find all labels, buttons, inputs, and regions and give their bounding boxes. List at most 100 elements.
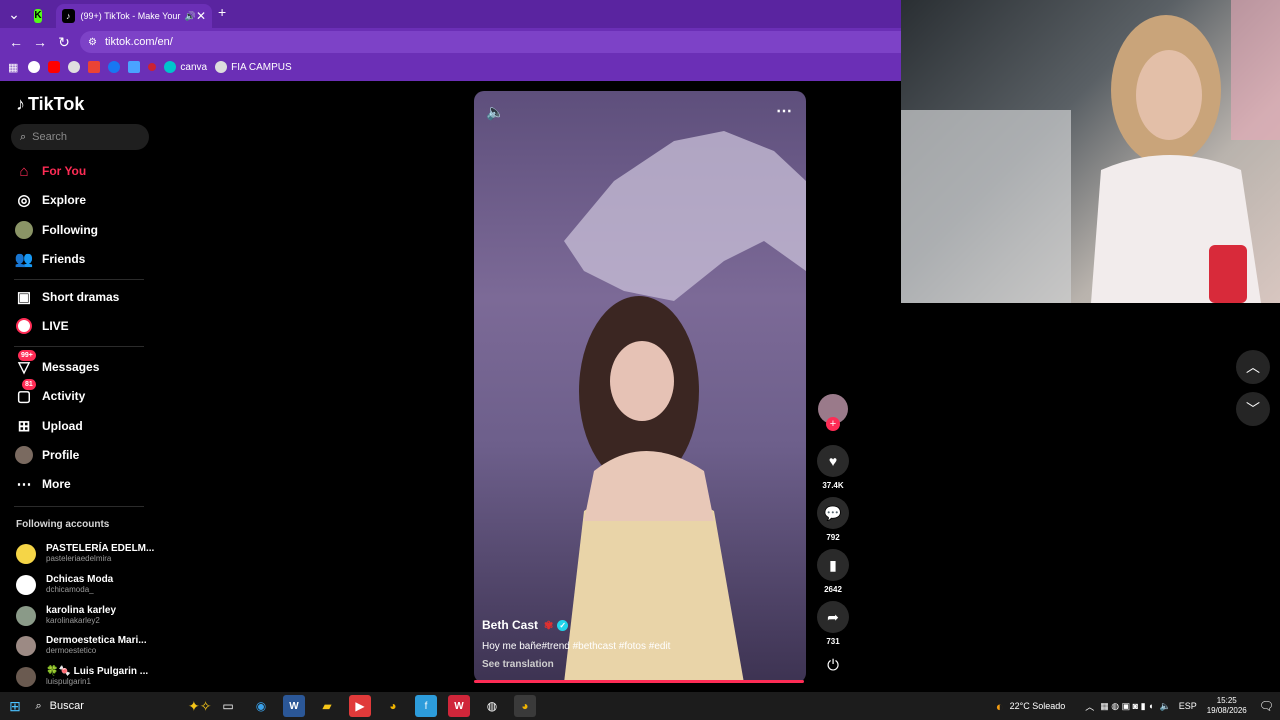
like-button[interactable]: ♥ 37.4K — [816, 445, 850, 490]
file-explorer-icon[interactable]: ▰ — [316, 695, 338, 717]
edge-icon[interactable]: ◉ — [250, 695, 272, 717]
wps-icon[interactable]: W — [448, 695, 470, 717]
tab-kick[interactable]: K — [28, 4, 54, 28]
tiktok-logo[interactable]: ♪ TikTok — [16, 94, 84, 115]
divider — [14, 279, 144, 280]
chrome-active-icon[interactable]: ◕ — [514, 695, 536, 717]
bookmark-facebook[interactable] — [108, 61, 121, 73]
share-button[interactable]: ➦ 731 — [816, 601, 850, 646]
audio-icon[interactable]: 🔊 — [185, 11, 196, 22]
power-button[interactable]: ⏻ — [816, 657, 850, 674]
google-icon — [28, 61, 41, 73]
bookmark-gmail[interactable] — [88, 61, 101, 73]
star-emoji-icon: ✾ — [544, 619, 554, 632]
nav-label: LIVE — [42, 319, 69, 333]
nav-for-you[interactable]: ⌂ For You — [14, 161, 86, 181]
apps-grid-icon[interactable]: ▦ — [8, 61, 18, 74]
weather-text[interactable]: 22°C Soleado — [1010, 701, 1066, 711]
search-icon: ⌕ — [35, 699, 42, 712]
tab-search-chevron-icon[interactable]: ⌄ — [2, 2, 26, 26]
account-item[interactable]: Dermoestetica Mari... dermoestetico — [16, 635, 147, 656]
account-item[interactable]: Dchicas Moda dchicamoda_ — [16, 574, 113, 595]
account-item[interactable]: karolina karley karolinakarley2 — [16, 605, 116, 626]
sparkle-icon: ✦✧ — [188, 697, 212, 714]
task-view-icon[interactable]: ▭ — [217, 695, 239, 717]
reload-icon[interactable]: ↻ — [52, 30, 76, 54]
activity-badge: 81 — [22, 379, 36, 390]
taskbar-search[interactable]: ⌕ Buscar ✦✧ — [32, 692, 212, 720]
nav-short-dramas[interactable]: ▣ Short dramas — [14, 287, 119, 307]
upload-icon: ⊞ — [17, 418, 31, 435]
comment-icon: 💬 — [817, 497, 849, 529]
account-name: PASTELERÍA EDELM... — [46, 543, 155, 554]
pin-icon — [148, 63, 157, 71]
nav-profile[interactable]: Profile — [14, 445, 79, 465]
clock[interactable]: 15:25 19/08/2026 — [1207, 696, 1247, 716]
clock-date: 19/08/2026 — [1206, 706, 1247, 715]
bookmark-youtube[interactable] — [48, 61, 61, 73]
clock-time: 15:25 — [1216, 696, 1237, 705]
nav-activity[interactable]: ▢ 81 Activity — [14, 379, 85, 406]
bookmark-pin[interactable] — [148, 63, 157, 71]
tray-chevron-icon[interactable]: ︿ — [1085, 700, 1094, 713]
app-f-icon[interactable]: f — [415, 695, 437, 717]
video-player[interactable]: 🔈 ⋯ Beth Cast ✾ ✓ Hoy me bañe#trend #bet… — [474, 91, 806, 683]
live-icon — [14, 316, 34, 336]
nav-upload[interactable]: ⊞ Upload — [14, 416, 83, 436]
nav-messages[interactable]: ▽ 99+ Messages — [14, 350, 99, 377]
windows-start-icon[interactable]: ⊞ — [4, 695, 26, 717]
language-indicator[interactable]: ESP — [1179, 701, 1197, 711]
account-item[interactable]: PASTELERÍA EDELM... pasteleriaedelmira — [16, 543, 154, 564]
see-translation-link[interactable]: See translation — [482, 659, 554, 670]
site-info-icon[interactable]: ⚙ — [88, 37, 97, 48]
search-input[interactable]: ⌕ Search — [11, 124, 149, 150]
more-icon: ⋯ — [16, 476, 32, 493]
webcam-frame — [901, 0, 1280, 303]
video-progress-bar[interactable] — [474, 680, 804, 683]
nav-following[interactable]: Following — [14, 220, 98, 240]
bookmark-canva[interactable]: canva — [164, 61, 207, 73]
chrome-taskbar-icon[interactable]: ◕ — [382, 695, 404, 717]
volume-icon[interactable]: 🔈 — [1159, 701, 1170, 712]
obs-icon[interactable]: ◍ — [481, 695, 503, 717]
creator-avatar[interactable]: + — [816, 394, 850, 431]
close-tab-icon[interactable]: ✕ — [196, 9, 206, 23]
comment-button[interactable]: 💬 792 — [816, 497, 850, 542]
save-count: 2642 — [824, 585, 842, 594]
messages-badge: 99+ — [18, 350, 36, 361]
nav-explore[interactable]: ◎ Explore — [14, 190, 86, 210]
more-options-icon[interactable]: ⋯ — [776, 101, 792, 121]
back-icon[interactable]: ← — [4, 30, 28, 54]
media-app-icon[interactable]: ▶ — [349, 695, 371, 717]
word-icon[interactable]: W — [283, 695, 305, 717]
video-author[interactable]: Beth Cast ✾ ✓ — [482, 618, 569, 632]
avatar — [16, 605, 36, 626]
forward-icon[interactable]: → — [28, 30, 52, 54]
tray-icons[interactable]: ▦ ◍ ▣ ◙ ▮ ◖ — [1100, 701, 1153, 712]
bookmark-app[interactable] — [128, 61, 141, 73]
comment-count: 792 — [826, 533, 840, 542]
volume-icon[interactable]: 🔈 — [486, 103, 505, 121]
nav-label: For You — [42, 164, 87, 178]
previous-video-button[interactable]: ︿ — [1236, 350, 1270, 384]
account-handle: dermoestetico — [46, 646, 97, 655]
address-bar[interactable]: ⚙ tiktok.com/en/ — [80, 31, 901, 53]
nav-live[interactable]: LIVE — [14, 316, 69, 336]
next-video-button[interactable]: ﹀ — [1236, 392, 1270, 426]
taskbar-search-label: Buscar — [49, 700, 84, 712]
save-button[interactable]: ▮ 2642 — [816, 549, 850, 594]
follow-plus-icon[interactable]: + — [826, 417, 840, 431]
bookmark-chrome[interactable] — [68, 61, 81, 73]
account-item[interactable]: 🍀🍬 Luis Pulgarin ... luispulgarin1 — [16, 666, 148, 687]
notification-icon[interactable]: 🗨 — [1259, 699, 1274, 713]
bookmark-google[interactable] — [28, 61, 41, 73]
kick-icon: K — [34, 9, 42, 23]
nav-more[interactable]: ⋯ More — [14, 474, 71, 494]
tab-tiktok[interactable]: ♪ (99+) TikTok - Make Your Da 🔊 ✕ — [56, 4, 212, 28]
account-name: Dchicas Moda — [46, 574, 114, 585]
bookmark-fia-campus[interactable]: FIA CAMPUS — [215, 61, 292, 73]
youtube-icon — [48, 61, 61, 73]
new-tab-button[interactable]: + — [218, 4, 226, 20]
like-count: 37.4K — [822, 481, 844, 490]
nav-friends[interactable]: 👥 Friends — [14, 249, 86, 269]
